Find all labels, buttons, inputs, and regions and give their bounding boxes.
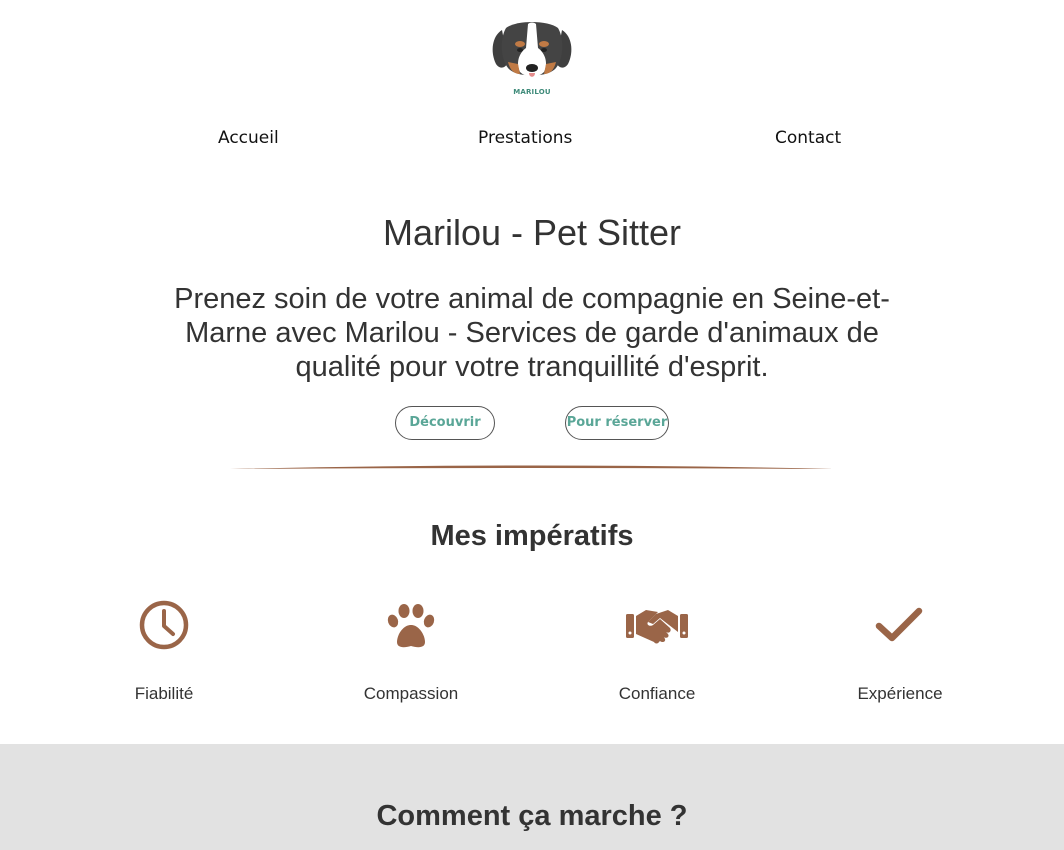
feature-label: Expérience xyxy=(857,684,943,703)
clock-icon xyxy=(139,600,189,650)
feature-experience: Expérience xyxy=(800,598,1000,703)
feature-compassion: Compassion xyxy=(311,598,511,703)
site-logo[interactable]: MARILOU xyxy=(490,18,574,100)
how-it-works-section xyxy=(0,744,1064,850)
imperatifs-title: Mes impératifs xyxy=(430,520,634,552)
logo-wordmark: MARILOU xyxy=(513,88,551,96)
paw-icon xyxy=(387,604,435,648)
hero-subtitle: Prenez soin de votre animal de compagnie… xyxy=(174,283,890,383)
checkmark-icon xyxy=(875,607,923,642)
feature-confiance: Confiance xyxy=(557,598,757,703)
discover-button[interactable]: Découvrir xyxy=(395,406,495,440)
nav-link-accueil[interactable]: Accueil xyxy=(218,128,279,148)
feature-label: Fiabilité xyxy=(134,684,194,703)
how-it-works-title: Comment ça marche ? xyxy=(376,800,688,832)
book-button[interactable]: Pour réserver xyxy=(565,406,669,440)
feature-fiabilite: Fiabilité xyxy=(64,598,264,703)
section-divider xyxy=(230,465,834,469)
dog-head-icon xyxy=(492,22,572,77)
feature-label: Confiance xyxy=(618,684,696,703)
nav-link-prestations[interactable]: Prestations xyxy=(478,128,572,148)
nav-link-contact[interactable]: Contact xyxy=(775,128,841,148)
handshake-icon xyxy=(626,610,688,644)
feature-label: Compassion xyxy=(363,684,459,703)
page-title: Marilou - Pet Sitter xyxy=(382,212,682,253)
